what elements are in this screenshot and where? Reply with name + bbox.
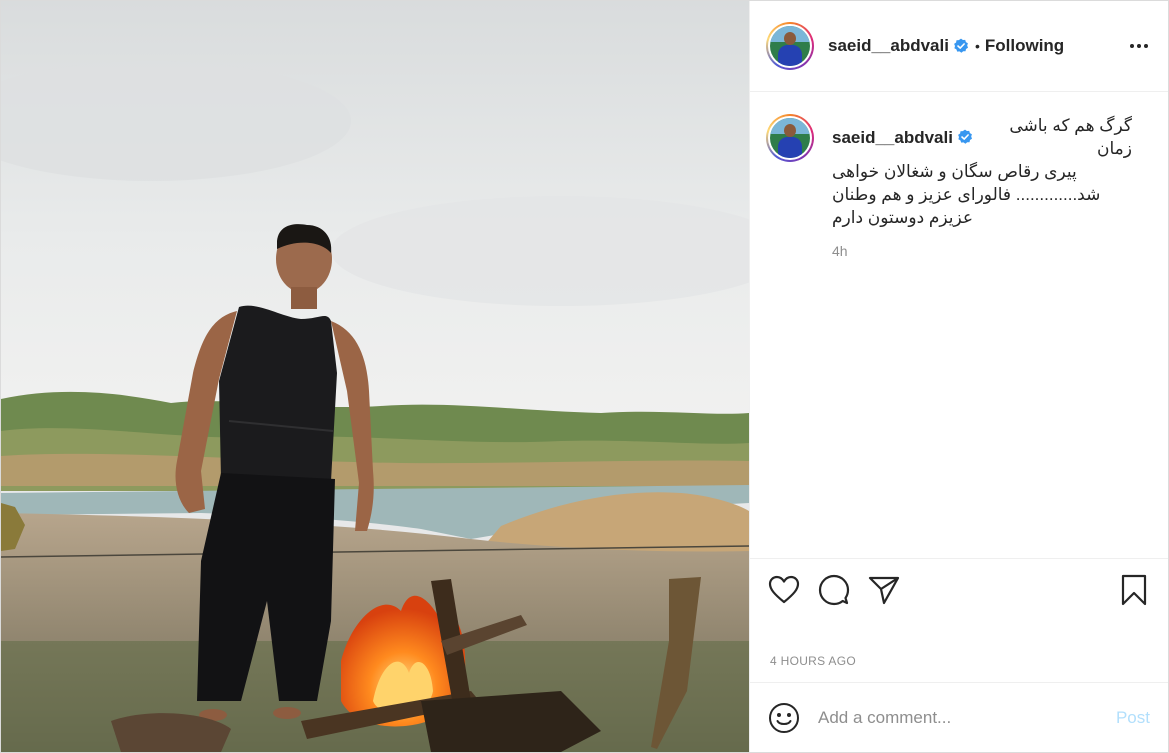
caption-timestamp[interactable]: 4h (832, 243, 1132, 259)
caption-line: عزیزم دوستون دارم (832, 208, 974, 227)
caption-avatar[interactable] (766, 114, 814, 162)
post-side-panel: saeid__abdvali • Following saeid__abdval… (749, 1, 1168, 752)
comment-composer: Post (750, 682, 1168, 752)
comment-bubble-icon[interactable] (818, 574, 850, 606)
heart-icon[interactable] (768, 575, 800, 605)
post-photo[interactable] (1, 1, 749, 752)
post-comment-button[interactable]: Post (1116, 708, 1150, 728)
post-modal: saeid__abdvali • Following saeid__abdval… (0, 0, 1169, 753)
caption-line: پیری رقاص سگان و شغالان خواهی (832, 162, 1077, 181)
caption-text: saeid__abdvali گرگ هم که باشی زمان پیری … (832, 114, 1132, 229)
action-bar (750, 558, 1168, 620)
paper-plane-icon[interactable] (868, 575, 900, 605)
photo-illustration (1, 1, 749, 752)
caption-username[interactable]: saeid__abdvali (832, 126, 953, 149)
author-username[interactable]: saeid__abdvali (828, 36, 949, 56)
more-options-icon[interactable] (1127, 44, 1148, 48)
post-header: saeid__abdvali • Following (750, 1, 1168, 92)
smiley-icon[interactable] (768, 702, 800, 734)
comments-section: saeid__abdvali گرگ هم که باشی زمان پیری … (750, 92, 1168, 558)
comment-input[interactable] (818, 707, 1116, 728)
caption-line: گرگ هم که باشی زمان (1009, 116, 1132, 158)
verified-badge-icon (957, 129, 973, 145)
author-avatar[interactable] (766, 22, 814, 70)
caption-line: شد............. فالورای عزیز و هم وطنان (832, 185, 1101, 204)
verified-badge-icon (953, 38, 969, 54)
bookmark-icon[interactable] (1120, 574, 1148, 606)
post-time-ago[interactable]: 4 HOURS AGO (770, 654, 856, 668)
caption: saeid__abdvali گرگ هم که باشی زمان پیری … (766, 114, 1152, 259)
post-meta: 4 HOURS AGO (750, 620, 1168, 682)
separator-dot: • (974, 38, 980, 54)
following-button[interactable]: Following (985, 36, 1064, 56)
